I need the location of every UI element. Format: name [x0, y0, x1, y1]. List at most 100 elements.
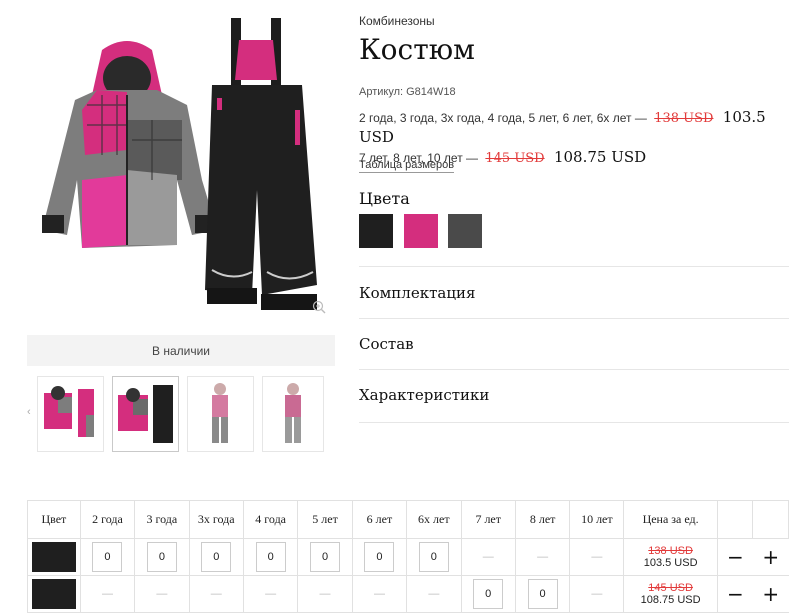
size-cell: —: [406, 575, 462, 613]
category-breadcrumb[interactable]: Комбинезоны: [359, 14, 435, 28]
quantity-input[interactable]: 0: [473, 579, 504, 609]
table-header-cell: 2 года: [79, 500, 136, 539]
chevron-left-icon[interactable]: ‹: [27, 406, 31, 418]
colors-heading: Цвета: [359, 189, 410, 208]
thumbnail-4[interactable]: [262, 376, 324, 452]
size-cell: 0: [134, 538, 190, 576]
quantity-input[interactable]: 0: [201, 542, 232, 572]
color-swatch-gray[interactable]: [448, 214, 482, 248]
plus-button[interactable]: +: [762, 582, 779, 606]
size-table-link[interactable]: Таблица размеров: [359, 159, 455, 173]
row-price-cell: 138 USD 103.5 USD: [623, 538, 718, 576]
price-sizes: 2 года, 3 года, 3х года, 4 года, 5 лет, …: [359, 111, 647, 125]
unavailable-dash: —: [482, 551, 494, 563]
trousers-illustration: [205, 18, 317, 310]
quantity-input[interactable]: 0: [527, 579, 558, 609]
row-price-new: 108.75 USD: [640, 594, 701, 606]
row-color-cell: [27, 538, 81, 576]
table-header-cell: 4 года: [242, 500, 299, 539]
table-row: 0 0 0 0 0 0 0— — —138 USD 103.5 USD − +: [27, 538, 789, 576]
size-cell: 0: [406, 538, 462, 576]
table-row: — — — — — — —0 0—145 USD 108.75 USD − +: [27, 575, 789, 613]
product-title: Костюм: [359, 33, 475, 66]
size-cell: —: [569, 575, 625, 613]
table-header-cell: Цена за ед.: [623, 500, 718, 539]
table-header-cell: [716, 500, 754, 539]
table-header-cell: 5 лет: [297, 500, 353, 539]
plus-button[interactable]: +: [762, 545, 779, 569]
unavailable-dash: —: [591, 588, 603, 600]
price-row: 2 года, 3 года, 3х года, 4 года, 5 лет, …: [359, 108, 789, 148]
table-header-cell: 7 лет: [460, 500, 516, 539]
price-new: 108.75 USD: [553, 148, 647, 166]
product-sku: Артикул: G814W18: [359, 86, 456, 98]
unavailable-dash: —: [101, 588, 113, 600]
color-swatch-pink[interactable]: [404, 214, 438, 248]
quantity-input[interactable]: 0: [92, 542, 123, 572]
size-cell: 0: [79, 538, 136, 576]
row-action-cell: +: [752, 575, 789, 613]
unavailable-dash: —: [591, 551, 603, 563]
stock-status: В наличии: [27, 335, 335, 366]
size-cell: —: [297, 575, 353, 613]
table-header-cell: 8 лет: [514, 500, 571, 539]
quantity-input[interactable]: 0: [255, 542, 286, 572]
thumbnail-2[interactable]: [112, 376, 179, 452]
size-cell: —: [569, 538, 625, 576]
size-cell: 0: [188, 538, 244, 576]
size-cell: 0: [351, 538, 408, 576]
thumbnail-3[interactable]: [187, 376, 254, 452]
table-header-cell: 10 лет: [569, 500, 625, 539]
quantity-input[interactable]: 0: [418, 542, 449, 572]
size-cell: 0: [297, 538, 353, 576]
row-price-old: 138 USD: [648, 545, 693, 557]
product-main-image[interactable]: [27, 10, 335, 325]
accordion-item-composition[interactable]: Состав: [359, 318, 789, 370]
unavailable-dash: —: [428, 588, 440, 600]
size-cell: —: [460, 538, 516, 576]
accordion-label[interactable]: Состав: [359, 335, 414, 353]
table-header-cell: 6 лет: [351, 500, 408, 539]
quantity-input[interactable]: 0: [364, 542, 395, 572]
size-cell: —: [514, 538, 571, 576]
row-color-swatch: [31, 542, 76, 572]
accordion-item-characteristics[interactable]: Характеристики: [359, 369, 789, 423]
size-cell: —: [351, 575, 408, 613]
color-swatch-black[interactable]: [359, 214, 393, 248]
table-header-cell: 3 года: [134, 500, 190, 539]
zoom-icon[interactable]: [312, 300, 326, 314]
size-cell: —: [242, 575, 299, 613]
accordion-item-complect[interactable]: Комплектация: [359, 266, 789, 319]
table-header-row: Цвет 2 года 3 года 3х года 4 года 5 лет 6 лет 6…: [27, 500, 789, 539]
unavailable-dash: —: [537, 551, 549, 563]
order-table: Цвет 2 года 3 года 3х года 4 года 5 лет 6 лет 6…: [27, 500, 789, 613]
row-action-cell: +: [752, 538, 789, 576]
row-price-new: 103.5 USD: [643, 557, 698, 569]
size-cell: 0: [514, 575, 571, 613]
jacket-illustration: [42, 41, 217, 248]
thumbnail-1[interactable]: [37, 376, 104, 452]
unavailable-dash: —: [156, 588, 168, 600]
minus-button[interactable]: −: [727, 582, 744, 606]
row-price-old: 145 USD: [648, 582, 693, 594]
unavailable-dash: —: [373, 588, 385, 600]
price-old: 138 USD: [654, 111, 714, 126]
size-cell: —: [188, 575, 244, 613]
minus-button[interactable]: −: [727, 545, 744, 569]
size-cell: 0: [460, 575, 516, 613]
accordion-label[interactable]: Характеристики: [359, 386, 489, 404]
unavailable-dash: —: [210, 588, 222, 600]
row-action-cell: −: [717, 575, 753, 613]
accordion-label[interactable]: Комплектация: [359, 284, 475, 302]
quantity-input[interactable]: 0: [146, 542, 177, 572]
row-action-cell: −: [717, 538, 753, 576]
table-header-cell: 6х лет: [406, 500, 462, 539]
table-header-cell: 3х года: [188, 500, 244, 539]
size-cell: —: [134, 575, 190, 613]
table-header-cell: [752, 500, 789, 539]
thumbnail-strip: ‹: [27, 376, 335, 452]
row-price-cell: 145 USD 108.75 USD: [623, 575, 718, 613]
quantity-input[interactable]: 0: [310, 542, 341, 572]
price-old: 145 USD: [485, 151, 545, 166]
size-cell: 0: [242, 538, 299, 576]
